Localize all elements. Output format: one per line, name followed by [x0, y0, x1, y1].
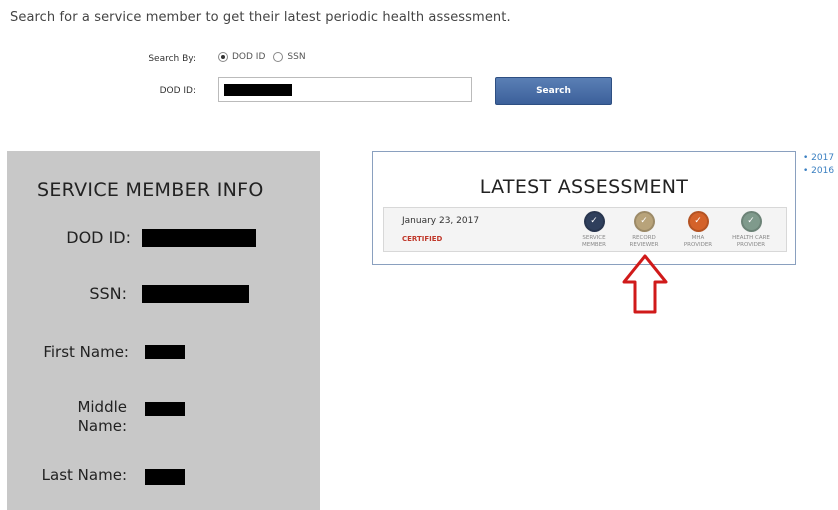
radio-option-dodid[interactable]: DOD ID	[218, 52, 265, 62]
step-label: HEALTH CARE PROVIDER	[732, 235, 770, 248]
redacted-dodid	[142, 229, 256, 247]
check-icon: ✓	[740, 211, 762, 232]
ssn-info-label: SSN:	[89, 284, 127, 303]
step-health-care-provider[interactable]: ✓ HEALTH CARE PROVIDER	[721, 211, 781, 248]
assessment-title: LATEST ASSESSMENT	[479, 176, 689, 198]
redacted-first-name	[145, 345, 185, 359]
latest-assessment-card[interactable]: LATEST ASSESSMENT January 23, 2017 CERTI…	[372, 151, 796, 265]
radio-dodid-label: DOD ID	[232, 52, 266, 62]
service-member-info-panel: SERVICE MEMBER INFO DOD ID: SSN: First N…	[7, 151, 320, 510]
check-icon: ✓	[633, 211, 655, 232]
assessment-date: January 23, 2017	[402, 216, 480, 226]
middle-name-info-label: Middle Name:	[77, 398, 127, 435]
step-record-reviewer[interactable]: ✓ RECORD REVIEWER	[614, 211, 674, 248]
last-name-info-label: Last Name:	[41, 466, 127, 484]
redacted-last-name	[145, 469, 185, 485]
search-button[interactable]: Search	[495, 77, 612, 105]
radio-ssn[interactable]	[273, 52, 284, 62]
redacted-value	[224, 84, 292, 96]
search-by-radio-group: DOD ID SSN	[218, 52, 314, 62]
step-mha-provider[interactable]: ✓ MHA PROVIDER	[668, 211, 728, 248]
radio-ssn-label: SSN	[287, 52, 306, 62]
info-panel-title: SERVICE MEMBER INFO	[37, 179, 264, 201]
radio-option-ssn[interactable]: SSN	[273, 52, 306, 62]
dodid-search-input[interactable]	[218, 77, 472, 102]
search-by-label: Search By:	[148, 54, 196, 64]
assessment-row[interactable]: January 23, 2017 CERTIFIED ✓ SERVICE MEM…	[383, 207, 787, 252]
dodid-field-label: DOD ID:	[159, 86, 196, 96]
year-links: • 2017 • 2016	[803, 152, 834, 178]
year-link-2017[interactable]: • 2017	[803, 152, 834, 165]
radio-dodid[interactable]	[218, 52, 228, 62]
check-icon: ✓	[687, 211, 709, 232]
check-icon: ✓	[583, 211, 605, 232]
assessment-status-badge: CERTIFIED	[402, 235, 443, 243]
dodid-info-label: DOD ID:	[66, 228, 131, 247]
year-link-2016[interactable]: • 2016	[803, 165, 834, 178]
redacted-ssn	[142, 285, 249, 303]
up-arrow-annotation-icon	[622, 254, 668, 314]
page-instruction: Search for a service member to get their…	[10, 10, 511, 25]
step-label: MHA PROVIDER	[683, 235, 713, 248]
redacted-middle-name	[145, 402, 185, 416]
step-label: RECORD REVIEWER	[629, 235, 659, 248]
first-name-info-label: First Name:	[43, 343, 129, 361]
